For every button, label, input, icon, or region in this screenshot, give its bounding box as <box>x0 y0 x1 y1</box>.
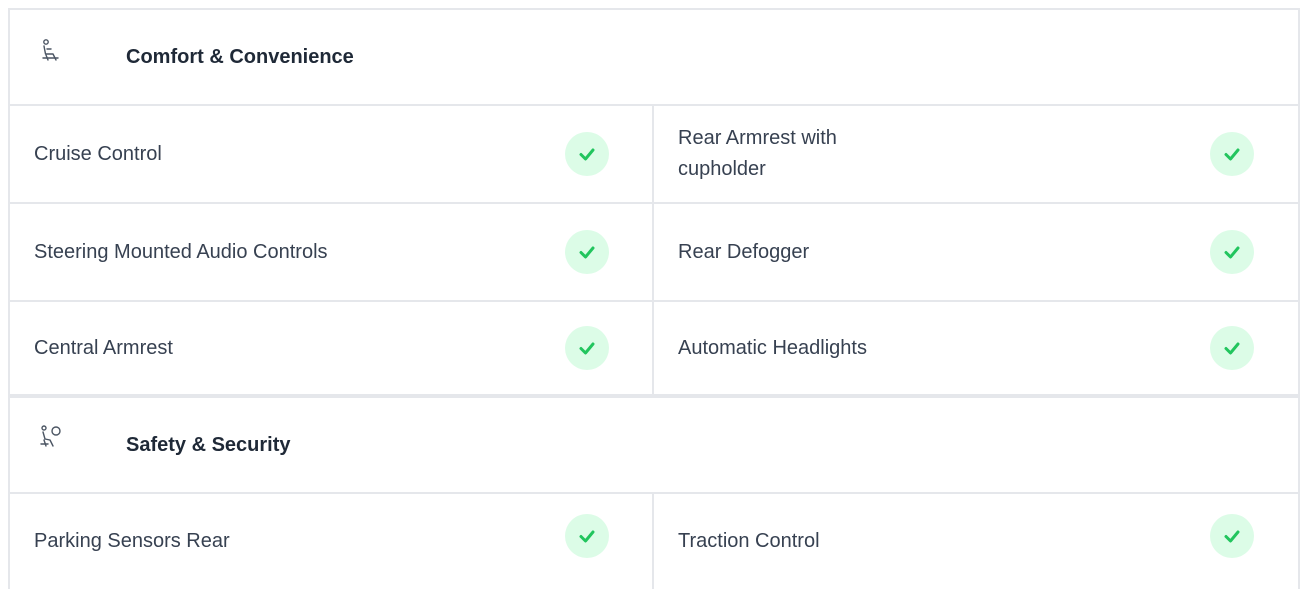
check-icon <box>565 326 609 370</box>
check-icon <box>1210 132 1254 176</box>
section-title: Comfort & Convenience <box>126 45 354 68</box>
feature-label: Automatic Headlights <box>678 336 867 359</box>
feature-label: Steering Mounted Audio Controls <box>34 240 328 263</box>
feature-cell: Rear Defogger <box>654 204 1298 302</box>
check-icon <box>1210 230 1254 274</box>
feature-label: Rear Armrest with cupholder <box>678 127 837 180</box>
feature-cell: Rear Armrest with cupholder <box>654 106 1298 204</box>
feature-cell: Steering Mounted Audio Controls <box>10 204 654 302</box>
section-title: Safety & Security <box>126 433 291 456</box>
section-header: Comfort & Convenience <box>10 10 1298 106</box>
feature-cell: Automatic Headlights <box>654 302 1298 394</box>
check-icon <box>565 230 609 274</box>
features-panel: Comfort & Convenience Cruise Control Rea… <box>8 8 1300 589</box>
feature-cell: Parking Sensors Rear <box>10 494 654 589</box>
feature-label: Rear Defogger <box>678 240 810 263</box>
feature-label: Parking Sensors Rear <box>34 530 230 552</box>
check-icon <box>565 132 609 176</box>
feature-label: Central Armrest <box>34 336 173 359</box>
feature-cell: Cruise Control <box>10 106 654 204</box>
feature-label: Cruise Control <box>34 142 162 165</box>
section-header: Safety & Security <box>10 398 1298 494</box>
check-icon <box>1210 514 1254 558</box>
comfort-convenience-section: Comfort & Convenience Cruise Control Rea… <box>10 10 1298 394</box>
feature-cell: Central Armrest <box>10 302 654 394</box>
safety-security-section: Safety & Security Parking Sensors Rear T… <box>10 394 1298 589</box>
airbag-icon <box>38 424 64 450</box>
feature-cell: Traction Control <box>654 494 1298 589</box>
feature-label: Traction Control <box>678 530 820 552</box>
check-icon <box>565 514 609 558</box>
seat-icon <box>38 38 64 64</box>
check-icon <box>1210 326 1254 370</box>
